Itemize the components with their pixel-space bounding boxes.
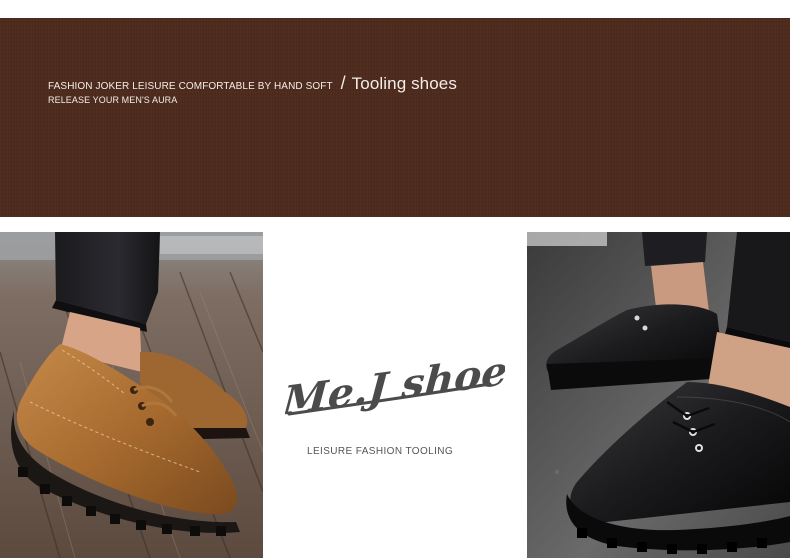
banner-tagline: RELEASE YOUR MEN'S AURA <box>48 95 178 105</box>
hero-banner: FASHION JOKER LEISURE COMFORTABLE BY HAN… <box>0 18 790 217</box>
tagline-text: LEISURE FASHION TOOLING <box>307 446 454 457</box>
black-shoes-photo <box>527 232 790 558</box>
brown-shoes-photo <box>0 232 263 558</box>
banner-subheading: FASHION JOKER LEISURE COMFORTABLE BY HAN… <box>48 81 333 92</box>
brand-logo: Me.J shoes <box>279 344 532 425</box>
banner-slash: / <box>340 73 346 93</box>
product-page: FASHION JOKER LEISURE COMFORTABLE BY HAN… <box>0 0 790 558</box>
banner-heading: FASHION JOKER LEISURE COMFORTABLE BY HAN… <box>48 74 457 94</box>
banner-title: Tooling shoes <box>351 74 457 93</box>
